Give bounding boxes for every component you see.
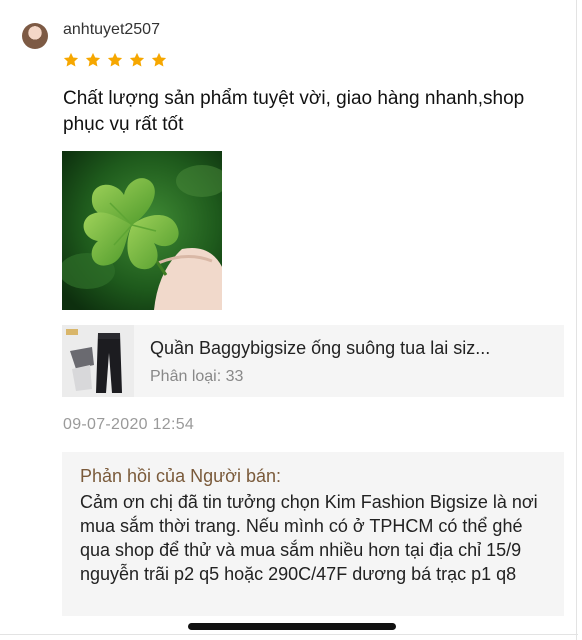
frame-border-bottom (0, 634, 578, 635)
review-text: Chất lượng sản phẩm tuyệt vời, giao hàng… (63, 88, 525, 135)
review-timestamp: 09-07-2020 12:54 (63, 416, 195, 433)
star-icon (107, 52, 123, 67)
star-icon (63, 52, 79, 67)
product-name[interactable]: Quần Baggybigsize ống suông tua lai siz.… (150, 338, 555, 359)
product-card[interactable]: Quần Baggybigsize ống suông tua lai siz.… (62, 325, 564, 397)
star-icon (129, 52, 145, 67)
avatar[interactable] (22, 23, 48, 49)
seller-reply-title: Phản hồi của Người bán: (80, 466, 281, 486)
rating-stars (62, 51, 168, 69)
product-thumbnail (62, 325, 134, 397)
home-indicator[interactable] (188, 623, 396, 630)
star-icon (85, 52, 101, 67)
seller-reply-text: Cảm ơn chị đã tin tưởng chọn Kim Fashion… (80, 492, 538, 584)
variation-label: Phân loại: (150, 368, 222, 385)
variation-value: 33 (225, 368, 244, 385)
frame-border-right (576, 0, 577, 640)
review-username: anhtuyet2507 (63, 21, 160, 38)
star-icon (151, 52, 167, 67)
review-photo[interactable] (62, 151, 222, 310)
product-variation: Phân loại: 33 (150, 368, 243, 386)
seller-reply: Phản hồi của Người bán: Cảm ơn chị đã ti… (62, 452, 564, 616)
